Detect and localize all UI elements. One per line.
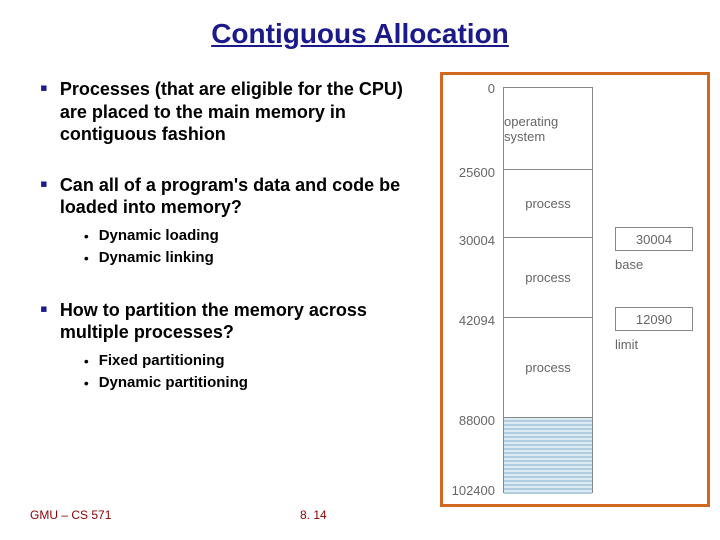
square-bullet-icon: ▪	[40, 174, 48, 194]
round-bullet-icon: •	[84, 374, 89, 392]
addr-label: 42094	[445, 313, 495, 328]
bullet-2-text: Can all of a program's data and code be …	[60, 174, 430, 219]
round-bullet-icon: •	[84, 227, 89, 245]
bullet-3: ▪ How to partition the memory across mul…	[40, 299, 430, 396]
seg-process: process	[504, 318, 592, 418]
square-bullet-icon: ▪	[40, 299, 48, 319]
seg-process: process	[504, 170, 592, 238]
slide-title: Contiguous Allocation	[0, 18, 720, 50]
seg-os: operating system	[504, 88, 592, 170]
memory-diagram: 0 25600 30004 42094 88000 102400 operati…	[440, 72, 710, 507]
bullet-2: ▪ Can all of a program's data and code b…	[40, 174, 430, 271]
sub-text: Dynamic partitioning	[99, 374, 248, 391]
addr-label: 102400	[445, 483, 495, 498]
base-register-box: 30004	[615, 227, 693, 251]
sub-item: • Dynamic loading	[84, 227, 430, 245]
sub-item: • Fixed partitioning	[84, 352, 430, 370]
sub-text: Fixed partitioning	[99, 352, 225, 369]
footer-pagenum: 8. 14	[300, 508, 327, 522]
addr-label: 30004	[445, 233, 495, 248]
square-bullet-icon: ▪	[40, 78, 48, 98]
limit-register-box: 12090	[615, 307, 693, 331]
sub-text: Dynamic linking	[99, 249, 214, 266]
slide-content: ▪ Processes (that are eligible for the C…	[40, 78, 430, 424]
addr-label: 0	[445, 81, 495, 96]
bullet-3-sublist: • Fixed partitioning • Dynamic partition…	[60, 352, 430, 392]
seg-process: process	[504, 238, 592, 318]
limit-register-label: limit	[615, 337, 638, 352]
bullet-2-sublist: • Dynamic loading • Dynamic linking	[60, 227, 430, 267]
round-bullet-icon: •	[84, 352, 89, 370]
addr-label: 25600	[445, 165, 495, 180]
footer-left: GMU – CS 571	[30, 508, 111, 522]
seg-free	[504, 418, 592, 494]
sub-text: Dynamic loading	[99, 227, 219, 244]
sub-item: • Dynamic partitioning	[84, 374, 430, 392]
addr-label: 88000	[445, 413, 495, 428]
base-register-label: base	[615, 257, 643, 272]
round-bullet-icon: •	[84, 249, 89, 267]
sub-item: • Dynamic linking	[84, 249, 430, 267]
bullet-1: ▪ Processes (that are eligible for the C…	[40, 78, 430, 146]
memory-column: operating system process process process	[503, 87, 593, 493]
bullet-1-text: Processes (that are eligible for the CPU…	[60, 78, 430, 146]
bullet-3-text: How to partition the memory across multi…	[60, 299, 430, 344]
